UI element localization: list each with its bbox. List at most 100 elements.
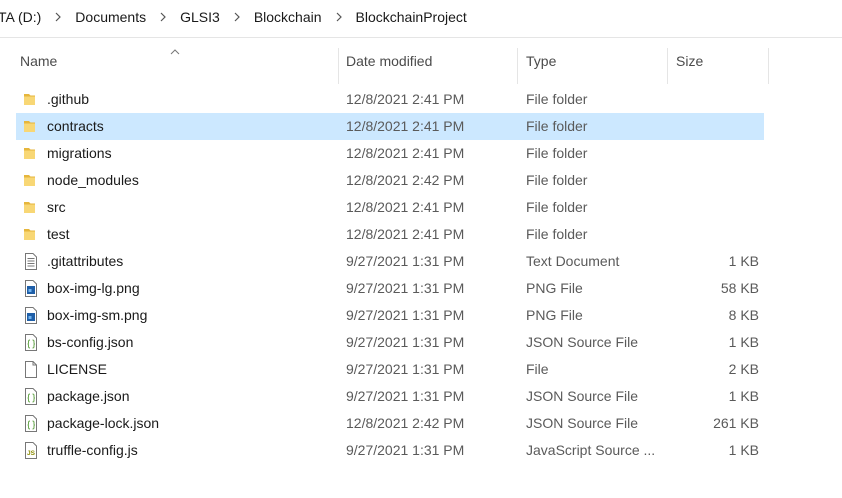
file-date-modified: 9/27/2021 1:31 PM bbox=[346, 442, 465, 458]
chevron-right-icon[interactable] bbox=[43, 11, 73, 23]
file-row[interactable]: box-img-sm.png 9/27/2021 1:31 PM PNG File 8… bbox=[16, 302, 764, 329]
file-name: package-lock.json bbox=[47, 415, 160, 431]
file-type: File folder bbox=[526, 118, 588, 134]
file-row[interactable]: .github 12/8/2021 2:41 PM File folder bbox=[16, 86, 764, 113]
column-header-name-label: Name bbox=[20, 53, 58, 69]
file-name: .gitattributes bbox=[47, 253, 124, 269]
file-row[interactable]: LICENSE 9/27/2021 1:31 PM File 2 KB bbox=[16, 356, 764, 383]
file-date-modified: 9/27/2021 1:31 PM bbox=[346, 307, 465, 323]
json-file-icon bbox=[23, 388, 39, 405]
file-name: .github bbox=[47, 91, 90, 107]
file-name: LICENSE bbox=[47, 361, 107, 377]
file-type: Text Document bbox=[526, 253, 620, 269]
file-name: truffle-config.js bbox=[47, 442, 138, 458]
breadcrumb-item-blockchainproject[interactable]: BlockchainProject bbox=[354, 9, 469, 25]
folder-icon bbox=[23, 145, 39, 162]
column-header-type[interactable]: Type bbox=[526, 38, 666, 84]
file-size: 58 KB bbox=[720, 280, 759, 296]
image-file-icon bbox=[23, 307, 39, 324]
file-row[interactable]: src 12/8/2021 2:41 PM File folder bbox=[16, 194, 764, 221]
breadcrumb-item-drive[interactable]: TA (D:) bbox=[0, 9, 43, 25]
file-date-modified: 9/27/2021 1:31 PM bbox=[346, 361, 465, 377]
json-file-icon bbox=[23, 415, 39, 432]
file-date-modified: 12/8/2021 2:41 PM bbox=[346, 91, 465, 107]
file-name: contracts bbox=[47, 118, 104, 134]
file-name: src bbox=[47, 199, 66, 215]
file-row[interactable]: .gitattributes 9/27/2021 1:31 PM Text Docu… bbox=[16, 248, 764, 275]
file-size: 261 KB bbox=[713, 415, 759, 431]
chevron-right-icon[interactable] bbox=[222, 11, 252, 23]
file-row[interactable]: node_modules 12/8/2021 2:42 PM File folder bbox=[16, 167, 764, 194]
file-type: File folder bbox=[526, 145, 588, 161]
column-header-date[interactable]: Date modified bbox=[346, 38, 516, 84]
file-name: box-img-sm.png bbox=[47, 307, 148, 323]
file-size: 2 KB bbox=[728, 361, 759, 377]
column-divider[interactable] bbox=[768, 48, 769, 84]
file-row[interactable]: contracts 12/8/2021 2:41 PM File folder bbox=[16, 113, 764, 140]
chevron-right-icon[interactable] bbox=[324, 11, 354, 23]
folder-icon bbox=[23, 91, 39, 108]
chevron-right-icon[interactable] bbox=[148, 11, 178, 23]
file-name: package.json bbox=[47, 388, 130, 404]
folder-icon bbox=[23, 226, 39, 243]
file-row[interactable]: box-img-lg.png 9/27/2021 1:31 PM PNG File 5… bbox=[16, 275, 764, 302]
file-size: 1 KB bbox=[728, 388, 759, 404]
folder-icon bbox=[23, 199, 39, 216]
file-type: File bbox=[526, 361, 549, 377]
folder-icon bbox=[23, 118, 39, 135]
file-type: JSON Source File bbox=[526, 415, 639, 431]
file-type: JSON Source File bbox=[526, 388, 639, 404]
file-date-modified: 12/8/2021 2:41 PM bbox=[346, 226, 465, 242]
file-name: test bbox=[47, 226, 70, 242]
file-date-modified: 9/27/2021 1:31 PM bbox=[346, 334, 465, 350]
file-size: 1 KB bbox=[728, 253, 759, 269]
column-divider[interactable] bbox=[338, 48, 339, 84]
file-type: JavaScript Source ... bbox=[526, 442, 656, 458]
file-size: 1 KB bbox=[728, 334, 759, 350]
folder-icon bbox=[23, 172, 39, 189]
blank-file-icon bbox=[23, 361, 39, 378]
file-row[interactable]: migrations 12/8/2021 2:41 PM File folder bbox=[16, 140, 764, 167]
file-date-modified: 12/8/2021 2:42 PM bbox=[346, 172, 465, 188]
column-divider[interactable] bbox=[517, 48, 518, 84]
column-header-row: Name Date modified Type Size bbox=[0, 38, 842, 84]
file-size: 1 KB bbox=[728, 442, 759, 458]
breadcrumb: TA (D:) Documents GLSI3 Blockchain Block… bbox=[0, 9, 469, 25]
column-header-type-label: Type bbox=[526, 53, 557, 69]
file-name: node_modules bbox=[47, 172, 139, 188]
file-name: bs-config.json bbox=[47, 334, 134, 350]
column-header-size-label: Size bbox=[676, 53, 704, 69]
file-date-modified: 9/27/2021 1:31 PM bbox=[346, 253, 465, 269]
file-date-modified: 12/8/2021 2:42 PM bbox=[346, 415, 465, 431]
file-size: 8 KB bbox=[728, 307, 759, 323]
file-row[interactable]: package.json 9/27/2021 1:31 PM JSON Source… bbox=[16, 383, 764, 410]
file-row[interactable]: JS truffle-config.js 9/27/2021 1:31 PM Java… bbox=[16, 437, 764, 464]
file-date-modified: 9/27/2021 1:31 PM bbox=[346, 280, 465, 296]
file-type: File folder bbox=[526, 199, 588, 215]
file-name: box-img-lg.png bbox=[47, 280, 140, 296]
file-date-modified: 12/8/2021 2:41 PM bbox=[346, 118, 465, 134]
file-name: migrations bbox=[47, 145, 112, 161]
text-document-icon bbox=[23, 253, 39, 270]
breadcrumb-item-blockchain[interactable]: Blockchain bbox=[252, 9, 324, 25]
file-type: JSON Source File bbox=[526, 334, 639, 350]
file-row[interactable]: test 12/8/2021 2:41 PM File folder bbox=[16, 221, 764, 248]
column-header-date-label: Date modified bbox=[346, 53, 433, 69]
svg-text:JS: JS bbox=[27, 450, 36, 457]
column-header-size[interactable]: Size bbox=[676, 38, 766, 84]
breadcrumb-item-glsi3[interactable]: GLSI3 bbox=[178, 9, 222, 25]
image-file-icon bbox=[23, 280, 39, 297]
file-date-modified: 12/8/2021 2:41 PM bbox=[346, 199, 465, 215]
breadcrumb-item-documents[interactable]: Documents bbox=[73, 9, 148, 25]
file-type: File folder bbox=[526, 226, 588, 242]
file-type: PNG File bbox=[526, 280, 583, 296]
file-row[interactable]: package-lock.json 12/8/2021 2:42 PM JSON S… bbox=[16, 410, 764, 437]
address-bar[interactable]: TA (D:) Documents GLSI3 Blockchain Block… bbox=[0, 0, 842, 38]
file-type: File folder bbox=[526, 91, 588, 107]
file-type: PNG File bbox=[526, 307, 583, 323]
file-date-modified: 12/8/2021 2:41 PM bbox=[346, 145, 465, 161]
column-divider[interactable] bbox=[667, 48, 668, 84]
file-row[interactable]: bs-config.json 9/27/2021 1:31 PM JSON Sour… bbox=[16, 329, 764, 356]
javascript-file-icon: JS bbox=[23, 442, 39, 459]
column-header-name[interactable]: Name bbox=[20, 38, 336, 84]
